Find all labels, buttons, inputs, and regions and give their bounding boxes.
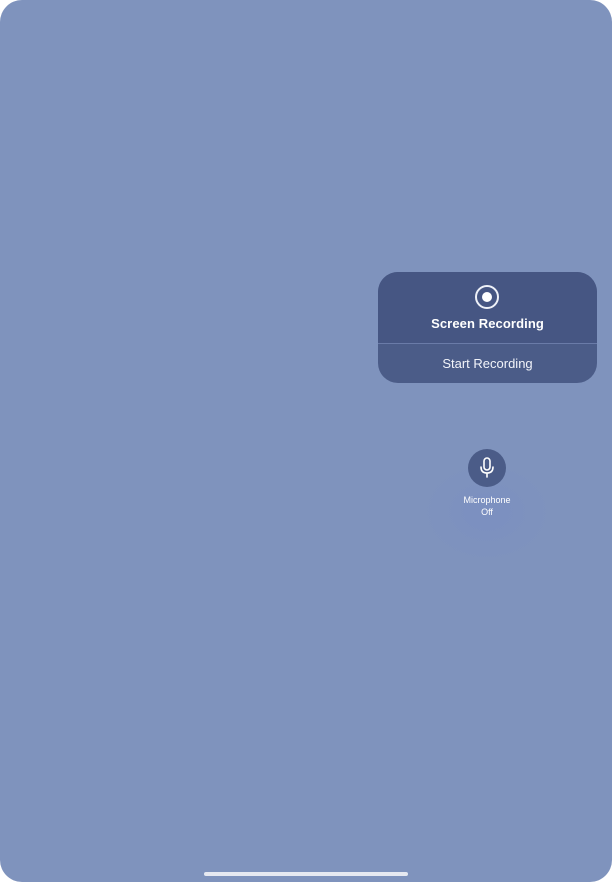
microphone-icon <box>480 457 494 478</box>
home-indicator[interactable] <box>204 872 408 876</box>
microphone-toggle-button[interactable] <box>468 449 506 487</box>
microphone-label: Microphone <box>463 495 511 505</box>
screen-recording-overlay: Screen Recording Start Recording Microph… <box>0 0 612 882</box>
screen-recording-panel: Screen Recording Start Recording <box>378 272 597 383</box>
screen-recording-title: Screen Recording <box>431 316 544 331</box>
microphone-status: Off <box>481 507 493 517</box>
microphone-label-group: Microphone Off <box>436 494 538 518</box>
record-icon <box>475 285 499 309</box>
start-recording-button[interactable]: Start Recording <box>378 344 597 383</box>
screen-recording-header: Screen Recording <box>378 272 597 343</box>
record-dot <box>482 292 492 302</box>
